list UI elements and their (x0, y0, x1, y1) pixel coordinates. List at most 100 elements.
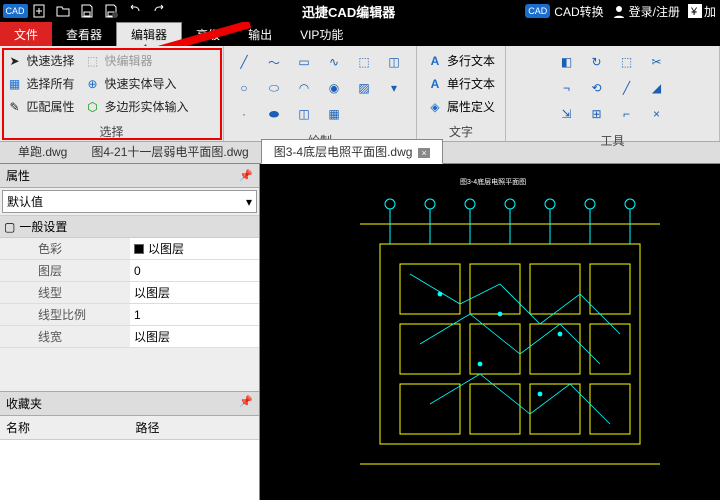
tool-9-icon[interactable]: ⇲ (557, 104, 577, 124)
tools-grid: ◧ ↻ ⬚ ✂ ¬ ⟲ ╱ ◢ ⇲ ⊞ ⌐ × (557, 52, 669, 124)
ribbon: ➤快速选择 ⬚快编辑器 ▦选择所有 ⊕快速实体导入 ✎匹配属性 ⬡多边形实体输入… (0, 46, 720, 142)
tool-12-icon[interactable]: × (647, 104, 667, 124)
col-name[interactable]: 名称 (0, 416, 130, 439)
menu-editor[interactable]: 编辑器 (116, 22, 182, 46)
text-a-icon: A (427, 53, 443, 69)
attr-def-button[interactable]: ◈属性定义 (427, 98, 495, 115)
menu-vip[interactable]: VIP功能 (286, 22, 357, 46)
tool-11-icon[interactable]: ⌐ (617, 104, 637, 124)
ellipse2-icon[interactable]: ⬬ (264, 104, 284, 124)
cursor-icon: ➤ (7, 53, 23, 69)
table-icon[interactable]: ▦ (324, 104, 344, 124)
region-icon[interactable]: ⬚ (354, 52, 374, 72)
svg-text:¥: ¥ (690, 6, 698, 18)
select-all[interactable]: ▦选择所有 (7, 75, 75, 92)
tool-6-icon[interactable]: ⟲ (587, 78, 607, 98)
section-general[interactable]: ▢一般设置 (0, 215, 259, 238)
text-a2-icon: A (427, 76, 443, 92)
prop-row-lineweight[interactable]: 线宽以图层 (0, 326, 259, 348)
tab-doc-3[interactable]: 图3-4底层电照平面图.dwg× (261, 139, 443, 164)
tag-icon: ◈ (427, 99, 443, 115)
tool-10-icon[interactable]: ⊞ (587, 104, 607, 124)
collapse-icon: ▢ (4, 220, 15, 234)
tool-3-icon[interactable]: ⬚ (617, 52, 637, 72)
img-icon[interactable]: ◫ (294, 104, 314, 124)
workspace: 属性 📌 默认值 ▾ ▢一般设置 色彩以图层 图层0 线型以图层 线型比例1 线… (0, 164, 720, 500)
favorites-header: 收藏夹 📌 (0, 391, 259, 416)
titlebar: CAD 迅捷CAD编辑器 CAD CAD转换 登录/注册 ¥ 加 (0, 0, 720, 22)
quick-editor: ⬚快编辑器 (85, 52, 153, 69)
menu-output[interactable]: 输出 (234, 22, 286, 46)
ellipse-icon[interactable]: ⬭ (264, 78, 284, 98)
drawing-canvas[interactable]: 图3-4底层电照平面图 (260, 164, 720, 500)
favorites-columns: 名称 路径 (0, 416, 259, 440)
match-properties[interactable]: ✎匹配属性 (7, 98, 75, 115)
tool-1-icon[interactable]: ◧ (557, 52, 577, 72)
fill-icon[interactable]: ▨ (354, 78, 374, 98)
prop-row-linetype[interactable]: 线型以图层 (0, 282, 259, 304)
redo-icon[interactable] (148, 2, 170, 20)
favorites-list (0, 440, 259, 500)
pin-icon-2[interactable]: 📌 (239, 395, 253, 412)
arc-icon[interactable]: ◠ (294, 78, 314, 98)
multiline-text-button[interactable]: A多行文本 (427, 52, 495, 69)
polyline-icon[interactable]: 〜 (264, 52, 284, 72)
properties-table: ▢一般设置 色彩以图层 图层0 线型以图层 线型比例1 线宽以图层 (0, 215, 259, 348)
cursor-gray-icon: ⬚ (85, 53, 101, 69)
properties-dropdown[interactable]: 默认值 ▾ (2, 190, 257, 213)
menu-advanced[interactable]: 高级 (182, 22, 234, 46)
polygon-entity-input[interactable]: ⬡多边形实体输入 (85, 98, 189, 115)
tool-4-icon[interactable]: ✂ (647, 52, 667, 72)
close-tab-icon[interactable]: × (418, 148, 429, 158)
grid-icon: ▦ (7, 76, 23, 92)
app-title: 迅捷CAD编辑器 (172, 2, 525, 21)
import-icon: ⊕ (85, 76, 101, 92)
disc-icon[interactable]: ◉ (324, 78, 344, 98)
tool-8-icon[interactable]: ◢ (647, 78, 667, 98)
layer-icon[interactable]: ◫ (384, 52, 404, 72)
chevron-down-icon: ▾ (246, 195, 252, 209)
point-icon[interactable]: · (234, 104, 254, 124)
menu-viewer[interactable]: 查看器 (52, 22, 116, 46)
tool-5-icon[interactable]: ¬ (557, 78, 577, 98)
circle-icon[interactable]: ○ (234, 78, 254, 98)
ribbon-label-text: 文字 (449, 123, 473, 140)
ribbon-label-tools: 工具 (601, 132, 625, 149)
currency-icon[interactable]: ¥ 加 (688, 3, 716, 20)
properties-panel: 属性 📌 默认值 ▾ ▢一般设置 色彩以图层 图层0 线型以图层 线型比例1 线… (0, 164, 260, 500)
cad-badge-icon: CAD (525, 4, 550, 18)
menubar: 文件 查看器 编辑器 高级 输出 VIP功能 (0, 22, 720, 46)
prop-row-layer[interactable]: 图层0 (0, 260, 259, 282)
tab-doc-2[interactable]: 图4-21十一层弱电平面图.dwg (79, 140, 260, 163)
singleline-text-button[interactable]: A单行文本 (427, 75, 495, 92)
quick-entity-import[interactable]: ⊕快速实体导入 (85, 75, 177, 92)
tool-2-icon[interactable]: ↻ (587, 52, 607, 72)
more-icon[interactable]: ▾ (384, 78, 404, 98)
quick-select[interactable]: ➤快速选择 (7, 52, 75, 69)
undo-icon[interactable] (124, 2, 146, 20)
user-icon (612, 4, 626, 18)
open-file-icon[interactable] (52, 2, 74, 20)
cad-drawing: 图3-4底层电照平面图 (260, 164, 720, 500)
curve-icon[interactable]: ∿ (324, 52, 344, 72)
tab-doc-1[interactable]: 单跑.dwg (6, 140, 79, 163)
hexagon-icon: ⬡ (85, 99, 101, 115)
rect-icon[interactable]: ▭ (294, 52, 314, 72)
cad-convert-button[interactable]: CAD CAD转换 (525, 3, 603, 20)
prop-row-color[interactable]: 色彩以图层 (0, 238, 259, 260)
new-file-icon[interactable] (28, 2, 50, 20)
line-icon[interactable]: ╱ (234, 52, 254, 72)
menu-file[interactable]: 文件 (0, 22, 52, 46)
brush-icon: ✎ (7, 99, 23, 115)
pin-icon[interactable]: 📌 (239, 169, 253, 182)
svg-text:图3-4底层电照平面图: 图3-4底层电照平面图 (460, 177, 526, 186)
ribbon-label-selection: 选择 (99, 123, 123, 140)
save-icon[interactable] (76, 2, 98, 20)
tool-7-icon[interactable]: ╱ (617, 78, 637, 98)
col-path[interactable]: 路径 (130, 416, 260, 439)
app-logo-icon[interactable]: CAD (4, 2, 26, 20)
saveas-icon[interactable] (100, 2, 122, 20)
login-button[interactable]: 登录/注册 (612, 3, 680, 20)
properties-header: 属性 📌 (0, 164, 259, 188)
prop-row-linescale[interactable]: 线型比例1 (0, 304, 259, 326)
